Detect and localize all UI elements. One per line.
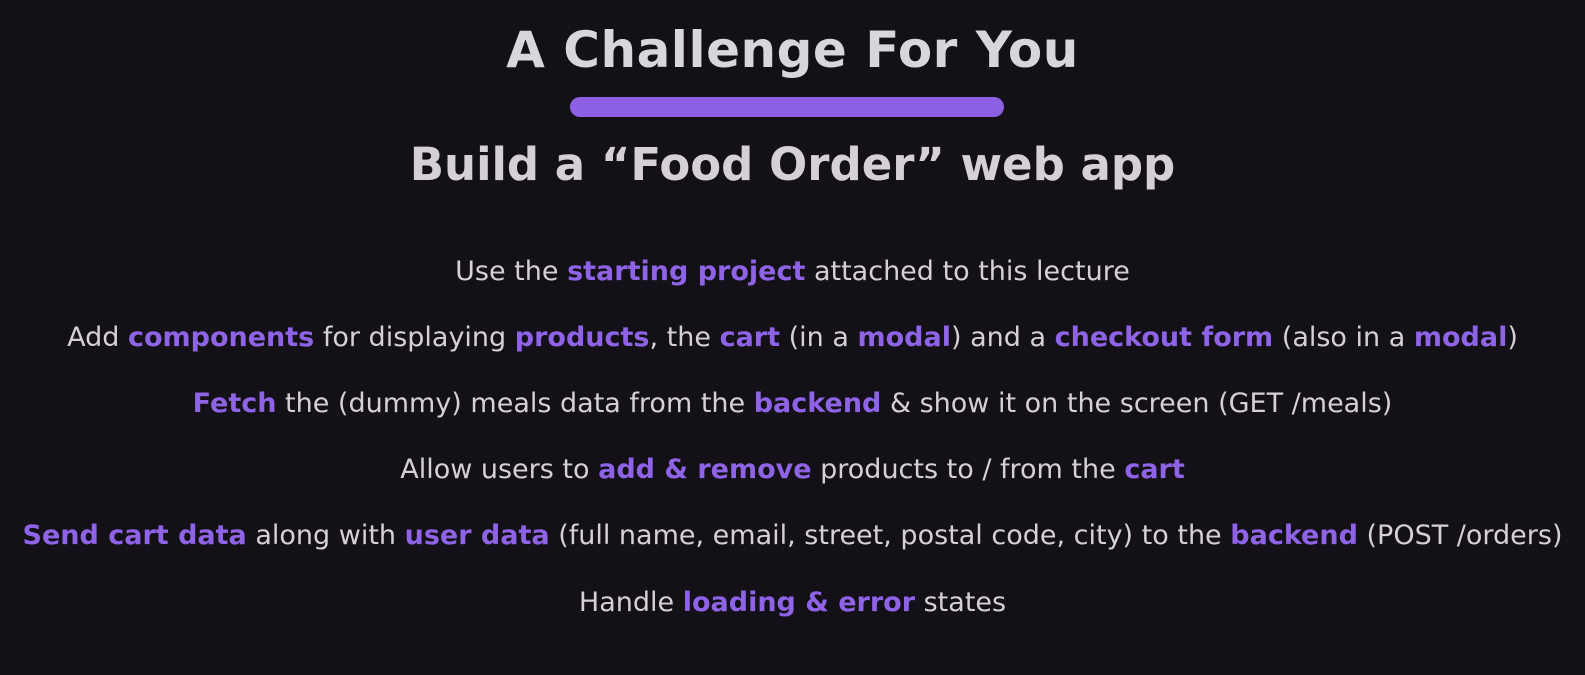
bullet-text: attached to this lecture — [805, 256, 1130, 287]
slide: A Challenge For You Build a “Food Order”… — [0, 0, 1585, 675]
bullet-text: states — [915, 587, 1007, 618]
highlighted-text: cart — [1124, 454, 1185, 485]
highlighted-text: products — [514, 322, 650, 353]
highlighted-text: add & remove — [598, 454, 812, 485]
bullet-add-remove: Allow users to add & remove products to … — [0, 452, 1585, 488]
bullet-text: products to / from the — [811, 454, 1125, 485]
bullet-fetch-meals: Fetch the (dummy) meals data from the ba… — [0, 386, 1585, 422]
bullet-text: (in a — [780, 322, 858, 353]
bullet-text: along with — [246, 520, 405, 551]
bullet-text: ) — [1507, 322, 1518, 353]
highlighted-text: user data — [404, 520, 550, 551]
slide-subtitle: Build a “Food Order” web app — [409, 138, 1176, 191]
bullet-text: the (dummy) meals data from the — [276, 388, 754, 419]
highlighted-text: modal — [1413, 322, 1508, 353]
bullet-text: (also in a — [1273, 322, 1414, 353]
bullet-text: for displaying — [314, 322, 515, 353]
highlighted-text: checkout form — [1054, 322, 1274, 353]
highlighted-text: backend — [753, 388, 882, 419]
bullet-text: Allow users to — [400, 454, 599, 485]
bullet-text: ) and a — [950, 322, 1055, 353]
bullet-loading-error: Handle loading & error states — [0, 585, 1585, 621]
bullet-starting-project: Use the starting project attached to thi… — [0, 254, 1585, 290]
bullet-text: (full name, email, street, postal code, … — [549, 520, 1231, 551]
bullet-send-cart-data: Send cart data along with user data (ful… — [0, 518, 1585, 554]
highlighted-text: cart — [719, 322, 781, 353]
highlighted-text: backend — [1230, 520, 1358, 551]
bullet-text: , the — [649, 322, 720, 353]
title-underline — [570, 97, 1004, 117]
highlighted-text: starting project — [567, 256, 806, 287]
bullet-text: Handle — [578, 587, 683, 618]
highlighted-text: modal — [857, 322, 951, 353]
bullet-text: (POST /orders) — [1357, 520, 1563, 551]
highlighted-text: Fetch — [192, 388, 277, 419]
slide-title: A Challenge For You — [506, 21, 1079, 79]
bullet-text: & show it on the screen (GET /meals) — [881, 388, 1393, 419]
bullet-text: Add — [67, 322, 128, 353]
highlighted-text: loading & error — [682, 587, 916, 618]
bullet-text: Use the — [455, 256, 568, 287]
highlighted-text: components — [127, 322, 315, 353]
highlighted-text: Send cart data — [22, 520, 247, 551]
bullet-components: Add components for displaying products, … — [0, 320, 1585, 356]
